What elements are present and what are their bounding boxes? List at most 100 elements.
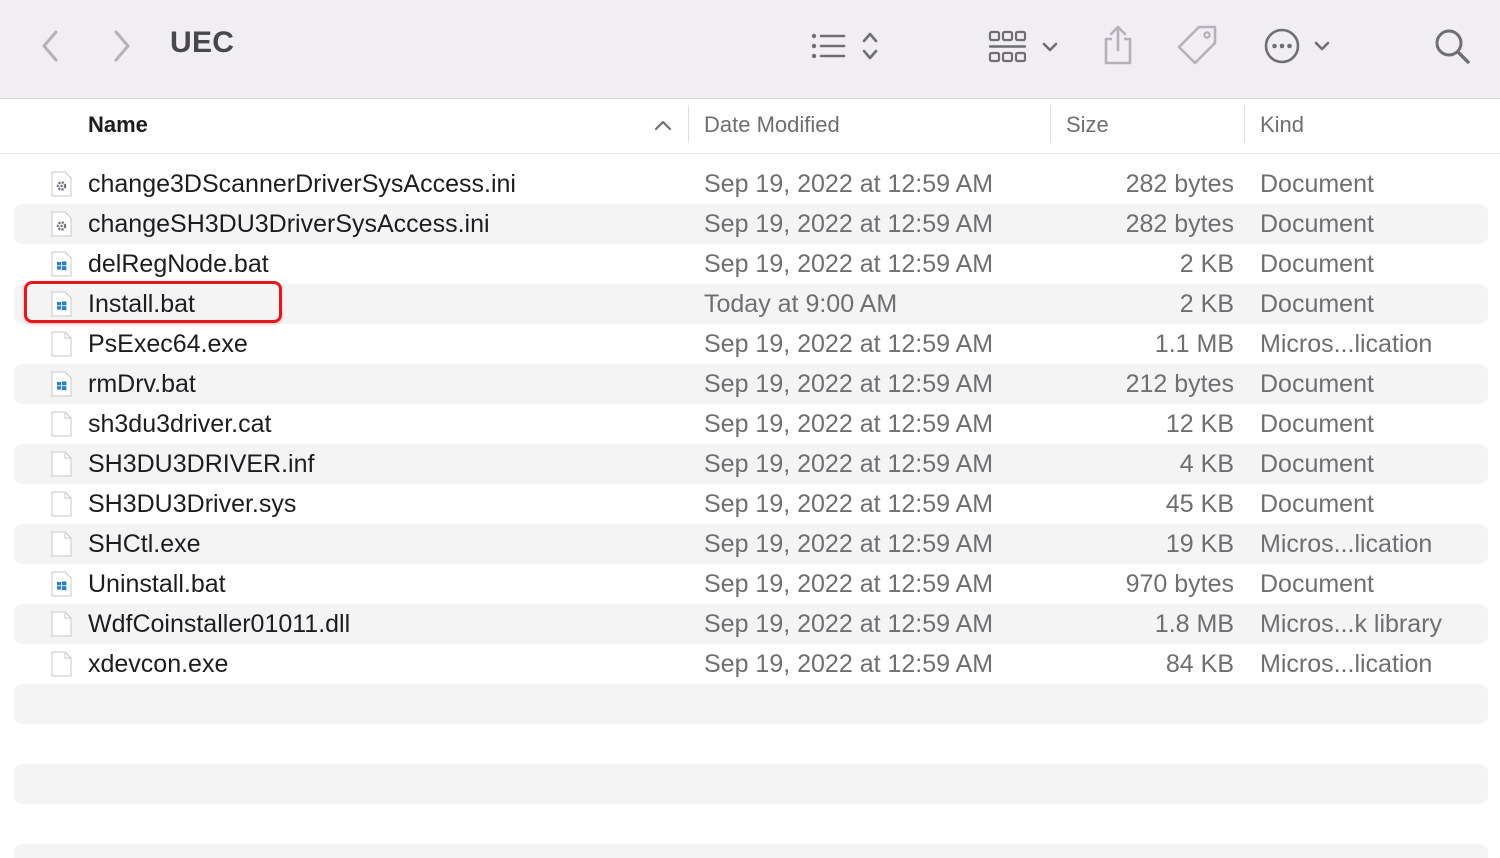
file-name: sh3du3driver.cat: [88, 410, 272, 438]
blank-doc-icon: [51, 611, 72, 637]
list-icon: [811, 32, 878, 60]
column-date-header[interactable]: Date Modified: [704, 112, 840, 138]
blank-doc-icon: [51, 451, 72, 477]
file-row[interactable]: Uninstall.bat Sep 19, 2022 at 12:59 AM 9…: [14, 564, 1488, 604]
file-size: 84 KB: [1165, 650, 1234, 678]
file-row[interactable]: SH3DU3Driver.sys Sep 19, 2022 at 12:59 A…: [14, 484, 1488, 524]
windows-doc-icon: [51, 371, 72, 397]
forward-button[interactable]: [106, 26, 138, 66]
blank-doc-icon: [51, 531, 72, 557]
file-size: 12 KB: [1165, 410, 1234, 438]
blank-doc-icon: [51, 651, 72, 677]
file-kind: Document: [1260, 210, 1374, 238]
view-options-button[interactable]: [806, 26, 886, 66]
file-name: Uninstall.bat: [88, 570, 226, 598]
file-date: Today at 9:00 AM: [704, 290, 898, 318]
group-button[interactable]: [986, 24, 1062, 68]
column-size-header[interactable]: Size: [1066, 112, 1109, 138]
window-title: UEC: [170, 26, 235, 59]
ellipsis-circle-icon: [1264, 28, 1330, 64]
file-kind: Document: [1260, 170, 1374, 198]
file-size: 282 bytes: [1125, 170, 1234, 198]
more-actions-button[interactable]: [1262, 24, 1334, 68]
file-kind: Document: [1260, 250, 1374, 278]
file-size: 4 KB: [1179, 450, 1234, 478]
search-icon: [1435, 29, 1470, 64]
empty-row: [14, 804, 1488, 844]
chevron-right-icon: [114, 30, 130, 62]
back-button[interactable]: [34, 26, 66, 66]
column-name-header[interactable]: Name: [88, 112, 148, 138]
blank-doc-icon: [51, 411, 72, 437]
file-name: rmDrv.bat: [88, 370, 196, 398]
file-date: Sep 19, 2022 at 12:59 AM: [704, 650, 994, 678]
file-row[interactable]: sh3du3driver.cat Sep 19, 2022 at 12:59 A…: [14, 404, 1488, 444]
file-kind: Micros...lication: [1260, 650, 1433, 678]
file-date: Sep 19, 2022 at 12:59 AM: [704, 450, 994, 478]
file-row[interactable]: WdfCoinstaller01011.dll Sep 19, 2022 at …: [14, 604, 1488, 644]
file-name: SH3DU3DRIVER.inf: [88, 450, 315, 478]
file-name: change3DScannerDriverSysAccess.ini: [88, 170, 516, 198]
file-row[interactable]: SH3DU3DRIVER.inf Sep 19, 2022 at 12:59 A…: [14, 444, 1488, 484]
file-name: SH3DU3Driver.sys: [88, 490, 297, 518]
tag-icon: [1177, 25, 1217, 65]
file-size: 2 KB: [1179, 290, 1234, 318]
file-size: 212 bytes: [1125, 370, 1234, 398]
file-name: changeSH3DU3DriverSysAccess.ini: [88, 210, 490, 238]
file-date: Sep 19, 2022 at 12:59 AM: [704, 170, 994, 198]
share-button[interactable]: [1100, 22, 1136, 68]
empty-rows: [14, 684, 1488, 858]
file-row[interactable]: change3DScannerDriverSysAccess.ini Sep 1…: [14, 164, 1488, 204]
file-date: Sep 19, 2022 at 12:59 AM: [704, 330, 994, 358]
column-divider[interactable]: [688, 105, 689, 143]
column-kind-header[interactable]: Kind: [1260, 112, 1304, 138]
file-row[interactable]: xdevcon.exe Sep 19, 2022 at 12:59 AM 84 …: [14, 644, 1488, 684]
file-row[interactable]: rmDrv.bat Sep 19, 2022 at 12:59 AM 212 b…: [14, 364, 1488, 404]
file-date: Sep 19, 2022 at 12:59 AM: [704, 490, 994, 518]
file-size: 282 bytes: [1125, 210, 1234, 238]
empty-row: [14, 684, 1488, 724]
file-date: Sep 19, 2022 at 12:59 AM: [704, 410, 994, 438]
share-icon: [1104, 25, 1132, 65]
file-size: 19 KB: [1165, 530, 1234, 558]
chevron-left-icon: [42, 30, 58, 62]
file-row[interactable]: changeSH3DU3DriverSysAccess.ini Sep 19, …: [14, 204, 1488, 244]
column-header: Name Date Modified Size Kind: [0, 99, 1500, 154]
file-row[interactable]: delRegNode.bat Sep 19, 2022 at 12:59 AM …: [14, 244, 1488, 284]
blank-doc-icon: [51, 331, 72, 357]
file-list: change3DScannerDriverSysAccess.ini Sep 1…: [14, 164, 1488, 684]
search-button[interactable]: [1432, 24, 1472, 68]
file-name: PsExec64.exe: [88, 330, 248, 358]
file-name: delRegNode.bat: [88, 250, 269, 278]
file-kind: Micros...lication: [1260, 530, 1433, 558]
tag-button[interactable]: [1174, 22, 1220, 68]
windows-doc-icon: [51, 251, 72, 277]
toolbar: UEC: [0, 0, 1500, 99]
file-kind: Document: [1260, 290, 1374, 318]
file-date: Sep 19, 2022 at 12:59 AM: [704, 370, 994, 398]
file-size: 2 KB: [1179, 250, 1234, 278]
file-row[interactable]: SHCtl.exe Sep 19, 2022 at 12:59 AM 19 KB…: [14, 524, 1488, 564]
file-kind: Document: [1260, 570, 1374, 598]
file-date: Sep 19, 2022 at 12:59 AM: [704, 570, 994, 598]
file-row[interactable]: PsExec64.exe Sep 19, 2022 at 12:59 AM 1.…: [14, 324, 1488, 364]
highlight-annotation: [24, 281, 282, 323]
empty-row: [14, 764, 1488, 804]
empty-row: [14, 844, 1488, 858]
file-kind: Document: [1260, 370, 1374, 398]
file-size: 970 bytes: [1125, 570, 1234, 598]
windows-doc-icon: [51, 571, 72, 597]
file-kind: Document: [1260, 410, 1374, 438]
file-kind: Micros...lication: [1260, 330, 1433, 358]
file-size: 45 KB: [1165, 490, 1234, 518]
column-divider[interactable]: [1050, 105, 1051, 143]
blank-doc-icon: [51, 491, 72, 517]
file-name: WdfCoinstaller01011.dll: [88, 610, 351, 638]
column-divider[interactable]: [1244, 105, 1245, 143]
gear-doc-icon: [51, 211, 72, 237]
grid-icon: [988, 30, 1058, 63]
file-kind: Document: [1260, 450, 1374, 478]
file-date: Sep 19, 2022 at 12:59 AM: [704, 530, 994, 558]
sort-ascending-icon[interactable]: [654, 119, 672, 131]
file-date: Sep 19, 2022 at 12:59 AM: [704, 610, 994, 638]
